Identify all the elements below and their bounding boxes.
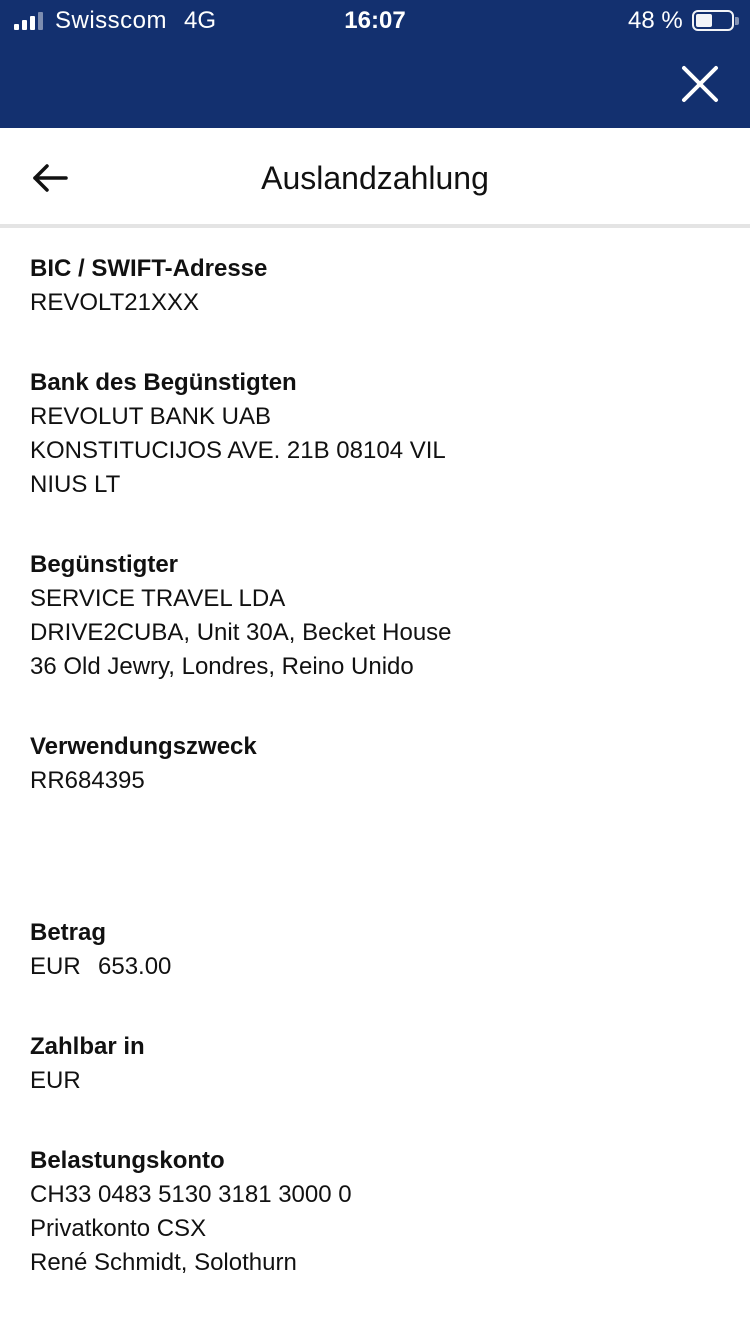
amount-value: 653.00 (98, 953, 172, 980)
field-reference: Verwendungszweck RR684395 (30, 730, 720, 798)
page-header: Auslandzahlung (0, 128, 750, 228)
payment-details: BIC / SWIFT-Adresse REVOLT21XXX Bank des… (30, 252, 720, 1326)
field-amount: Betrag EUR 653.00 (30, 916, 720, 984)
field-value: RR684395 (30, 764, 720, 798)
field-value: REVOLT21XXX (30, 286, 720, 320)
value-line: SERVICE TRAVEL LDA (30, 585, 286, 612)
value-line: DRIVE2CUBA, Unit 30A, Becket House (30, 619, 452, 646)
app-header-bar: Swisscom 4G 16:07 48 % (0, 0, 750, 128)
value-line: RR684395 (30, 767, 145, 794)
field-debit-account: Belastungskonto CH33 0483 5130 3181 3000… (30, 1144, 720, 1280)
page-title: Auslandzahlung (261, 160, 489, 196)
field-value: EUR (30, 1064, 720, 1098)
field-label: Begünstigter (30, 551, 179, 578)
field-label: Belastungskonto (30, 1147, 225, 1174)
close-icon[interactable] (678, 62, 722, 106)
field-value: REVOLUT BANK UAB KONSTITUCIJOS AVE. 21B … (30, 400, 720, 502)
field-beneficiary: Begünstigter SERVICE TRAVEL LDA DRIVE2CU… (30, 548, 720, 684)
field-payable-in: Zahlbar in EUR (30, 1030, 720, 1098)
amount-line: EUR 653.00 (30, 950, 720, 984)
battery-level (696, 14, 712, 27)
field-label: BIC / SWIFT-Adresse (30, 255, 268, 282)
value-line: NIUS LT (30, 471, 121, 498)
field-value: CH33 0483 5130 3181 3000 0 Privatkonto C… (30, 1178, 720, 1280)
field-bic: BIC / SWIFT-Adresse REVOLT21XXX (30, 252, 720, 320)
field-label: Verwendungszweck (30, 733, 257, 760)
amount-currency: EUR (30, 953, 81, 980)
value-line: 36 Old Jewry, Londres, Reino Unido (30, 653, 414, 680)
field-label: Betrag (30, 919, 107, 946)
field-label: Bank des Begünstigten (30, 369, 297, 396)
value-line: Privatkonto CSX (30, 1215, 207, 1242)
battery-percent: 48 % (628, 7, 683, 34)
battery-icon (692, 10, 739, 31)
value-line: CH33 0483 5130 3181 3000 0 (30, 1181, 352, 1208)
value-line: René Schmidt, Solothurn (30, 1249, 297, 1276)
value-line: REVOLUT BANK UAB (30, 403, 271, 430)
value-line: KONSTITUCIJOS AVE. 21B 08104 VIL (30, 437, 446, 464)
battery-nub (735, 17, 739, 25)
field-value: EUR 653.00 (30, 950, 720, 984)
value-line: EUR (30, 1067, 81, 1094)
field-value: SERVICE TRAVEL LDA DRIVE2CUBA, Unit 30A,… (30, 582, 720, 684)
status-bar: Swisscom 4G 16:07 48 % (0, 0, 750, 42)
value-line: REVOLT21XXX (30, 289, 199, 316)
field-bank: Bank des Begünstigten REVOLUT BANK UAB K… (30, 366, 720, 502)
field-label: Zahlbar in (30, 1033, 145, 1060)
